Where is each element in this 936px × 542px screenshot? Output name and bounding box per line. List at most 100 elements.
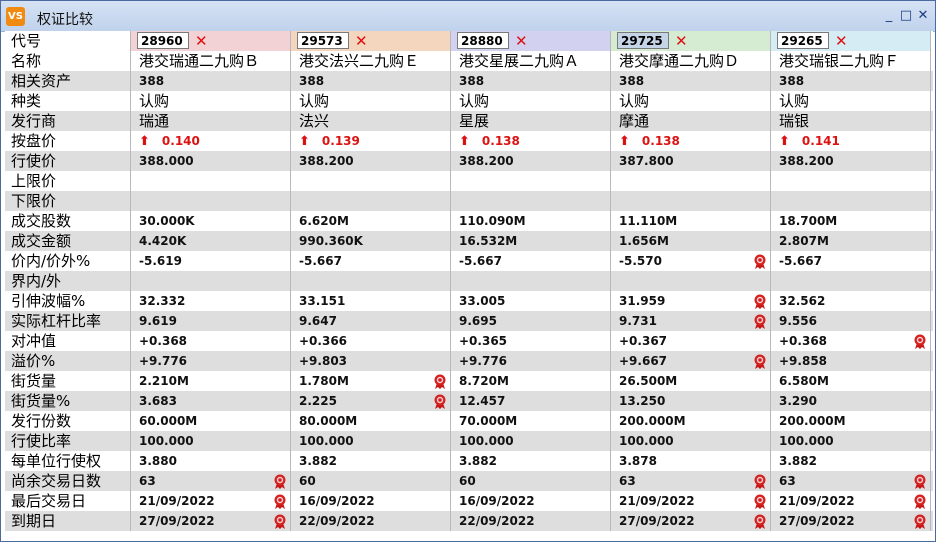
window-title: 权证比较 (37, 12, 93, 28)
cell-value: 2.225 (299, 394, 337, 408)
table-cell: +0.368 (771, 331, 931, 351)
cell-value: +9.858 (779, 354, 828, 368)
table-cell: ⬆ 0.138 (611, 131, 771, 151)
table-cell: 9.647 (291, 311, 451, 331)
row-label: 对冲值 (5, 331, 131, 351)
table-cell: 27/09/2022 (611, 511, 771, 531)
cell-value: 认购 (459, 92, 490, 110)
cell-value: -5.667 (459, 254, 502, 268)
code-column-header: 28880 ✕ (451, 31, 611, 51)
cell-value: 认购 (619, 92, 650, 110)
cell-value: 瑞银 (779, 112, 810, 130)
row-label: 成交金额 (5, 231, 131, 251)
table-cell: 32.332 (131, 291, 291, 311)
cell-value: 9.695 (459, 314, 497, 328)
table-row: 行使比率 100.000 100.000 100.000 100.000 100.000 (5, 431, 933, 451)
clear-x-icon[interactable]: ✕ (835, 32, 848, 50)
cell-value: 22/09/2022 (459, 514, 535, 528)
code-input[interactable]: 28960 (137, 32, 189, 49)
table-cell: +9.776 (451, 351, 611, 371)
clear-x-icon[interactable]: ✕ (675, 32, 688, 50)
table-cell (131, 191, 291, 211)
cell-value: -5.667 (779, 254, 822, 268)
table-cell: 港交法兴二九购Ｅ (291, 51, 451, 71)
cell-value: 388.000 (139, 154, 194, 168)
clear-x-icon[interactable]: ✕ (355, 32, 368, 50)
table-cell: +9.776 (131, 351, 291, 371)
table-cell: 200.000M (611, 411, 771, 431)
table-cell: 2.225 (291, 391, 451, 411)
code-input[interactable]: 29573 (297, 32, 349, 49)
cell-value: 388 (459, 74, 485, 88)
cell-value: 4.420K (139, 234, 187, 248)
minimize-button[interactable]: _ (881, 8, 897, 24)
table-cell: 6.620M (291, 211, 451, 231)
row-label: 界内/外 (5, 271, 131, 291)
table-cell: 110.090M (451, 211, 611, 231)
code-input[interactable]: 29265 (777, 32, 829, 49)
table-cell: 63 (771, 471, 931, 491)
table-cell: 3.882 (291, 451, 451, 471)
clear-x-icon[interactable]: ✕ (515, 32, 528, 50)
cell-value: 26.500M (619, 374, 678, 388)
cell-value: 80.000M (299, 414, 358, 428)
cell-value: 100.000 (779, 434, 834, 448)
row-label: 相关资产 (5, 71, 131, 91)
table-cell: 9.619 (131, 311, 291, 331)
table-cell: 港交瑞通二九购Ｂ (131, 51, 291, 71)
cell-value: -5.619 (139, 254, 182, 268)
cell-value: 100.000 (139, 434, 194, 448)
row-label: 名称 (5, 51, 131, 71)
row-label: 发行份数 (5, 411, 131, 431)
comparison-grid: 代号 28960 ✕ 29573 ✕ 28880 ✕ 29725 ✕ 29265 ✕ 名称 港交瑞通二九… (5, 31, 933, 539)
cell-value: 18.700M (779, 214, 838, 228)
table-row: 界内/外 (5, 271, 933, 291)
table-row: 行使价 388.000 388.200 388.200 387.800 388.200 (5, 151, 933, 171)
cell-value: 3.683 (139, 394, 177, 408)
row-label: 每单位行使权 (5, 451, 131, 471)
price-value: 0.140 (161, 134, 200, 148)
table-cell (291, 191, 451, 211)
cell-value: 摩通 (619, 112, 650, 130)
code-input[interactable]: 29725 (617, 32, 669, 49)
cell-value: 3.290 (779, 394, 817, 408)
cell-value: 3.880 (139, 454, 177, 468)
table-cell: 港交瑞银二九购Ｆ (771, 51, 931, 71)
cell-value: 388.200 (779, 154, 834, 168)
table-cell: 9.556 (771, 311, 931, 331)
row-label: 溢价% (5, 351, 131, 371)
table-cell (451, 271, 611, 291)
table-cell: 100.000 (131, 431, 291, 451)
cell-value: 2.807M (779, 234, 829, 248)
table-cell: 21/09/2022 (131, 491, 291, 511)
table-row: 对冲值 +0.368 +0.366 +0.365 +0.367 +0.368 (5, 331, 933, 351)
table-cell (611, 191, 771, 211)
cell-value: 27/09/2022 (139, 514, 215, 528)
cell-value: +0.365 (459, 334, 508, 348)
table-cell: -5.619 (131, 251, 291, 271)
clear-x-icon[interactable]: ✕ (195, 32, 208, 50)
maximize-button[interactable]: □ (898, 8, 914, 24)
table-cell: 4.420K (131, 231, 291, 251)
award-ribbon-icon (753, 314, 767, 329)
table-cell: 3.880 (131, 451, 291, 471)
cell-value: 388 (619, 74, 645, 88)
table-cell: 1.780M (291, 371, 451, 391)
award-ribbon-icon (753, 254, 767, 269)
table-cell: 16/09/2022 (451, 491, 611, 511)
table-cell: ⬆ 0.141 (771, 131, 931, 151)
close-button[interactable]: ✕ (915, 8, 931, 24)
table-cell: ⬆ 0.139 (291, 131, 451, 151)
table-cell: 6.580M (771, 371, 931, 391)
table-cell: 70.000M (451, 411, 611, 431)
table-row: 街货量% 3.683 2.225 12.457 13.250 3.290 (5, 391, 933, 411)
cell-value: 港交瑞银二九购Ｆ (779, 52, 900, 70)
row-label: 街货量 (5, 371, 131, 391)
table-cell: -5.667 (771, 251, 931, 271)
table-cell: 100.000 (611, 431, 771, 451)
code-input[interactable]: 28880 (457, 32, 509, 49)
row-label: 行使价 (5, 151, 131, 171)
table-cell (771, 271, 931, 291)
table-cell: 30.000K (131, 211, 291, 231)
table-cell (131, 171, 291, 191)
